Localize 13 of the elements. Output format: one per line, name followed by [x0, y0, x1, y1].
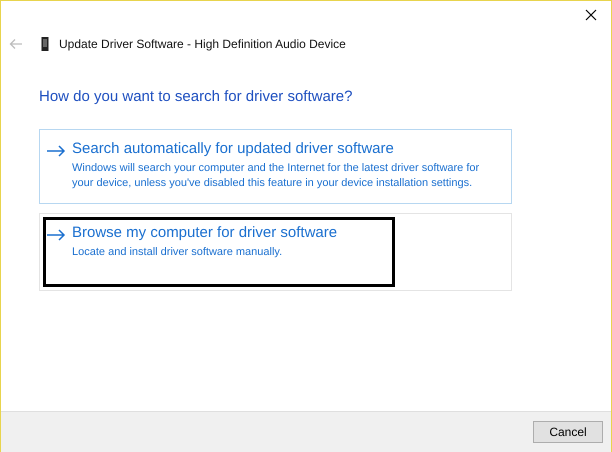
option-title: Browse my computer for driver software — [72, 224, 338, 241]
window-title: Update Driver Software - High Definition Audio Device — [59, 37, 346, 51]
arrow-icon — [46, 145, 66, 157]
option-title: Search automatically for updated driver software — [72, 140, 395, 157]
arrow-icon — [46, 229, 66, 241]
option-link[interactable] — [39, 129, 512, 204]
option-link[interactable]: Browse my computer for driver software Locate and install driver software manually. — [39, 213, 512, 291]
page-heading: How do you want to search for driver software? — [39, 88, 354, 105]
close-icon[interactable] — [585, 9, 597, 21]
cancel-button[interactable]: Cancel — [533, 421, 603, 443]
device-icon — [41, 37, 49, 51]
option-description: Windows will search your computer and the Internet for the latest driver software for your device, unless you've disabled this feature in your device installation settings. — [72, 161, 480, 191]
option-description: Locate and install driver software manually. — [72, 245, 284, 260]
